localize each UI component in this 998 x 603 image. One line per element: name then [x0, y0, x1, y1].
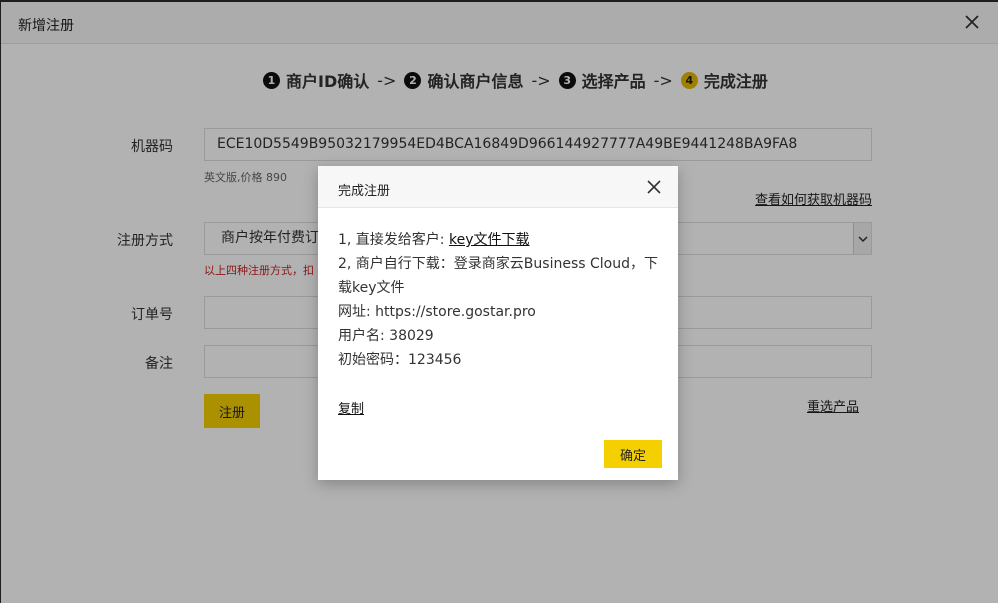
confirm-button[interactable]: 确定 [604, 440, 662, 468]
website-line: 网址: https://store.gostar.pro [338, 304, 536, 320]
modal-title: 完成注册 [338, 184, 391, 199]
completion-modal: 完成注册 1, 直接发给客户: key文件下载 2, 商户自行下载：登录商家云B… [318, 166, 678, 480]
close-icon[interactable] [646, 179, 662, 195]
modal-header: 完成注册 [318, 166, 678, 208]
username-line: 用户名: 38029 [338, 328, 434, 344]
instruction-line-2: 2, 商户自行下载：登录商家云Business Cloud，下载key文件 [338, 256, 658, 296]
modal-body: 1, 直接发给客户: key文件下载 2, 商户自行下载：登录商家云Busine… [338, 228, 663, 372]
initial-password-line: 初始密码：123456 [338, 352, 462, 368]
copy-link[interactable]: 复制 [338, 398, 364, 417]
key-file-download-link[interactable]: key文件下载 [449, 232, 530, 248]
instruction-1-prefix: 1, 直接发给客户: [338, 232, 449, 248]
instruction-line-1: 1, 直接发给客户: key文件下载 [338, 228, 663, 252]
